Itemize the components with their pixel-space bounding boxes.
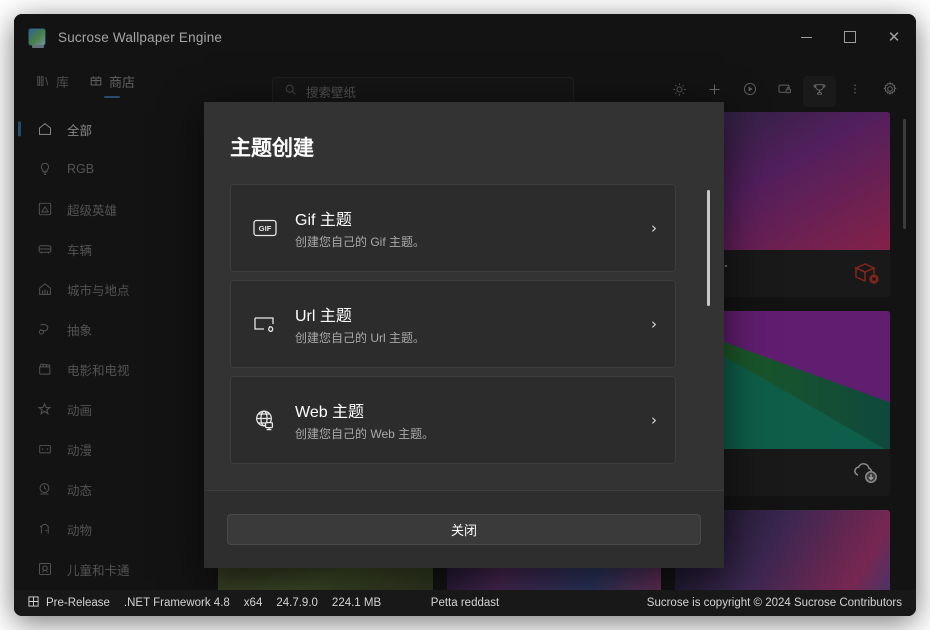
option-description: 创建您自己的 Url 主题。 xyxy=(295,331,425,345)
url-icon xyxy=(251,313,279,335)
grid-icon xyxy=(28,596,39,610)
dialog-close-button[interactable]: 关闭 xyxy=(227,514,701,545)
dialog-footer: 关闭 xyxy=(204,490,724,568)
option-text: Web 主题 创建您自己的 Web 主题。 xyxy=(295,398,651,442)
status-channel: Pre-Release xyxy=(28,596,110,610)
option-description: 创建您自己的 Web 主题。 xyxy=(295,427,435,441)
web-globe-icon xyxy=(251,408,279,432)
status-memory: 224.1 MB xyxy=(331,597,382,609)
status-bar: Pre-Release .NET Framework 4.8 x64 24.7.… xyxy=(14,590,916,616)
option-url-theme[interactable]: Url 主题 创建您自己的 Url 主题。 › xyxy=(230,280,676,368)
option-text: Url 主题 创建您自己的 Url 主题。 xyxy=(295,302,651,346)
dialog-title: 主题创建 xyxy=(230,137,314,160)
option-title: Gif 主题 xyxy=(295,212,352,229)
status-version: 24.7.9.0 xyxy=(276,597,318,609)
option-title: Web 主题 xyxy=(295,404,365,421)
option-web-theme[interactable]: Web 主题 创建您自己的 Web 主题。 › xyxy=(230,376,676,464)
chevron-right-icon: › xyxy=(651,315,657,333)
dialog-scrollbar[interactable] xyxy=(707,190,710,306)
option-description: 创建您自己的 Gif 主题。 xyxy=(295,235,426,249)
status-channel-label: Pre-Release xyxy=(46,597,110,609)
option-title: Url 主题 xyxy=(295,308,352,325)
dialog-options-list[interactable]: @下个码软件 GIF Gif 主题 创建您自己的 Gif 主题。 › xyxy=(230,184,710,490)
status-user: Petta reddast xyxy=(430,597,500,609)
option-text: Gif 主题 创建您自己的 Gif 主题。 xyxy=(295,206,651,250)
status-arch: x64 xyxy=(243,597,263,609)
theme-create-dialog: 主题创建 @下个码软件 GIF Gif 主题 创建您自己的 Gif 主题。 › xyxy=(204,102,724,568)
gif-icon: GIF xyxy=(251,217,279,239)
svg-text:GIF: GIF xyxy=(259,224,272,233)
option-gif-theme[interactable]: GIF Gif 主题 创建您自己的 Gif 主题。 › xyxy=(230,184,676,272)
app-window: Sucrose Wallpaper Engine ✕ 库 商店 搜索壁纸 全部 … xyxy=(14,14,916,616)
chevron-right-icon: › xyxy=(651,219,657,237)
status-left: Pre-Release .NET Framework 4.8 x64 24.7.… xyxy=(28,596,381,610)
chevron-right-icon: › xyxy=(651,411,657,429)
status-copyright: Sucrose is copyright © 2024 Sucrose Cont… xyxy=(646,597,902,609)
status-framework: .NET Framework 4.8 xyxy=(123,597,230,609)
